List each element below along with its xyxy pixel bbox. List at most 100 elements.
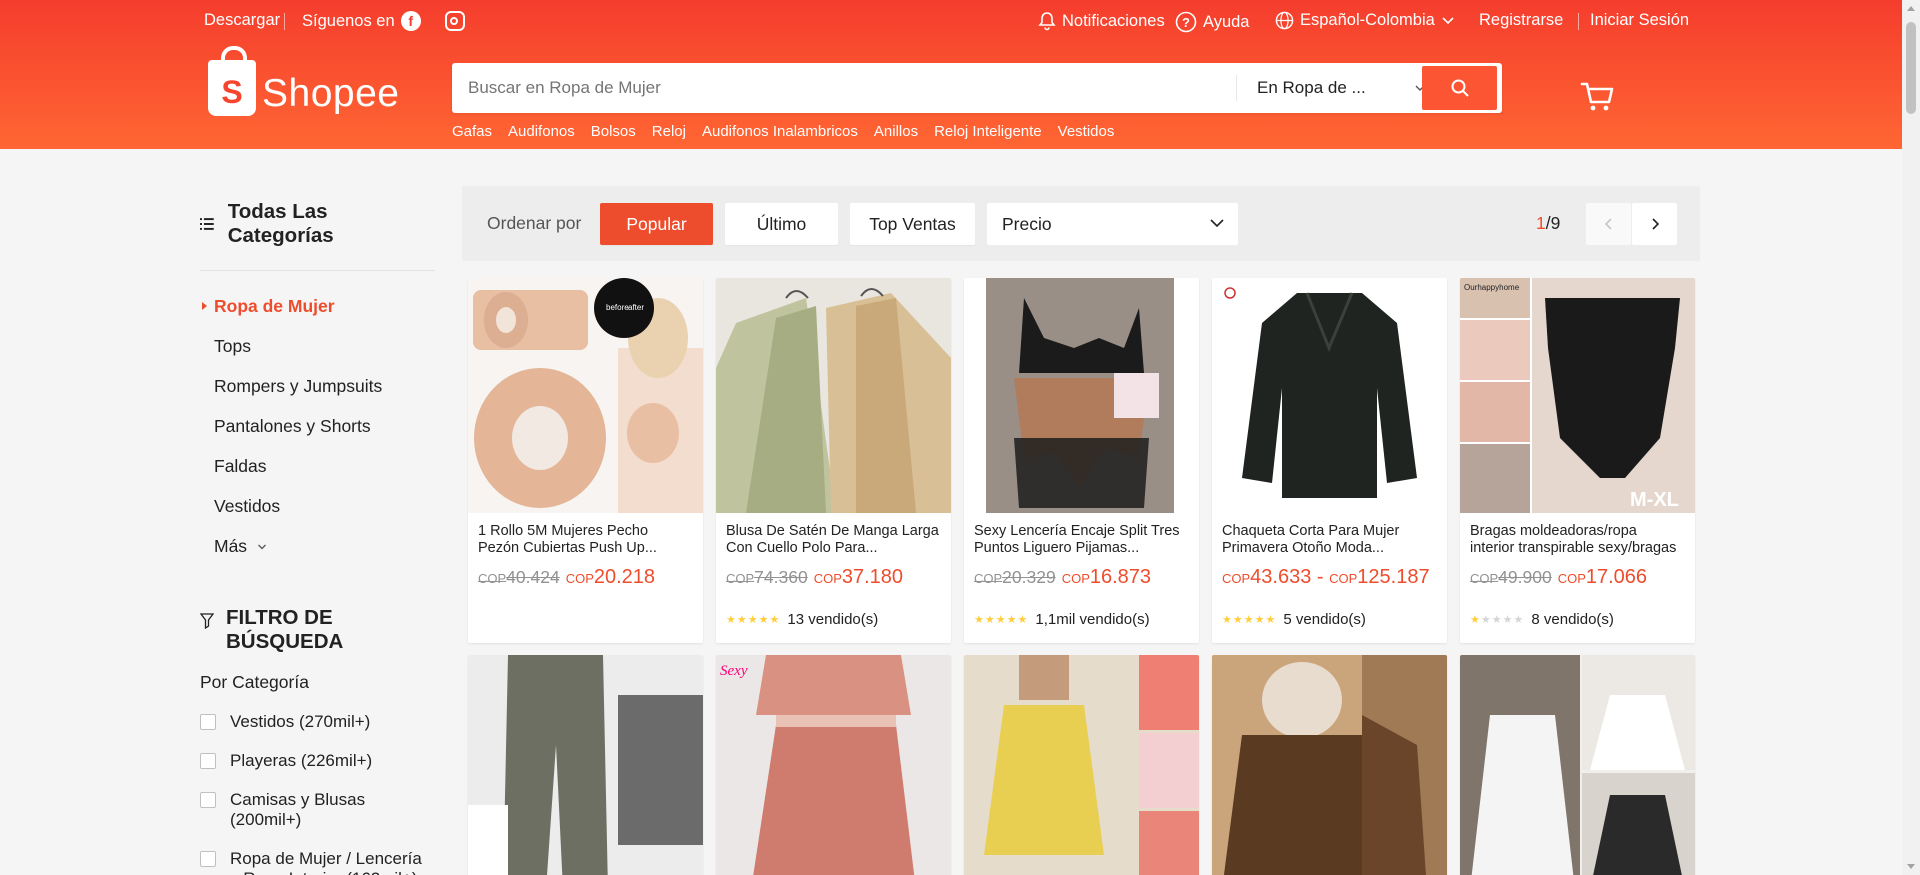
- suggestion-link[interactable]: Vestidos: [1058, 123, 1115, 140]
- login-link[interactable]: Iniciar Sesión: [1590, 11, 1689, 30]
- sold-count: 1,1mil vendido(s): [1035, 611, 1150, 628]
- product-card[interactable]: [468, 655, 703, 875]
- product-card[interactable]: before after 1 Rollo 5M Mujeres Pecho Pe…: [468, 278, 703, 643]
- product-image: [1212, 278, 1447, 513]
- cart-icon: [1580, 82, 1614, 111]
- sort-top-sales-button[interactable]: Top Ventas: [850, 203, 975, 245]
- price-sort-select[interactable]: Precio: [987, 203, 1238, 245]
- login-label: Iniciar Sesión: [1590, 11, 1690, 29]
- search-scope-dropdown[interactable]: En Ropa de ...: [1236, 75, 1434, 101]
- site-header: Descargar Síguenos en f Notificaciones ?…: [0, 0, 1902, 149]
- product-rating-sales: ★ ★ ★ ★ ★ 1,1mil vendido(s): [964, 611, 1199, 628]
- instagram-icon[interactable]: [444, 11, 465, 31]
- product-card[interactable]: [1212, 655, 1447, 875]
- floral-dress-image: [964, 655, 1199, 875]
- chevron-down-icon: [1442, 16, 1454, 24]
- product-card[interactable]: Sexy Lencería Encaje Split Tres Puntos L…: [964, 278, 1199, 643]
- search-button[interactable]: [1422, 66, 1497, 110]
- help-icon: ?: [1175, 11, 1197, 33]
- category-item-pantalones[interactable]: Pantalones y Shorts: [200, 416, 435, 456]
- follow-label: Síguenos en: [302, 11, 395, 30]
- checkbox[interactable]: [200, 851, 216, 867]
- filter-checkbox[interactable]: Playeras (226mil+): [200, 751, 435, 771]
- register-link[interactable]: Registrarse: [1479, 11, 1563, 30]
- category-item-ropa-de-mujer[interactable]: Ropa de Mujer: [200, 296, 435, 336]
- sort-popular-button[interactable]: Popular: [600, 203, 713, 245]
- suggestion-link[interactable]: Audifonos Inalambricos: [702, 123, 858, 140]
- scrollbar-thumb[interactable]: [1906, 22, 1916, 114]
- logo-letter: S: [221, 73, 243, 110]
- checkbox[interactable]: [200, 792, 216, 808]
- chevron-left-icon: [1604, 218, 1612, 230]
- search-bar: En Ropa de ...: [452, 63, 1502, 113]
- filter-label: Playeras (226mil+): [230, 751, 373, 770]
- product-card[interactable]: [1460, 655, 1695, 875]
- original-price: COP40.424: [478, 567, 560, 587]
- product-price: COP40.424 COP20.218: [468, 566, 703, 589]
- download-link[interactable]: Descargar: [204, 11, 280, 30]
- follow-us: Síguenos en f: [302, 11, 465, 31]
- suggestion-link[interactable]: Gafas: [452, 123, 492, 140]
- total-pages: /9: [1545, 213, 1561, 233]
- all-categories-header[interactable]: Todas Las Categorías: [200, 200, 435, 271]
- category-item-tops[interactable]: Tops: [200, 336, 435, 376]
- category-item-rompers[interactable]: Rompers y Jumpsuits: [200, 376, 435, 416]
- product-card[interactable]: [964, 655, 1199, 875]
- more-label: Más: [214, 536, 248, 556]
- help-link[interactable]: ? Ayuda: [1175, 11, 1250, 33]
- suggestion-link[interactable]: Bolsos: [591, 123, 636, 140]
- product-price: COP43.633 - COP125.187: [1212, 566, 1447, 589]
- brand-tag: Ourhappyhome: [1464, 283, 1520, 292]
- product-price: COP74.360 COP37.180: [716, 566, 951, 589]
- suggestion-link[interactable]: Reloj Inteligente: [934, 123, 1042, 140]
- checkbox[interactable]: [200, 714, 216, 730]
- globe-icon: [1275, 11, 1294, 30]
- product-card[interactable]: Chaqueta Corta Para Mujer Primavera Otoñ…: [1212, 278, 1447, 643]
- scrollbar-up-arrow[interactable]: [1907, 6, 1915, 11]
- category-item-faldas[interactable]: Faldas: [200, 456, 435, 496]
- product-name: Blusa De Satén De Manga Larga Con Cuello…: [726, 523, 939, 556]
- product-card[interactable]: Ourhappyhome M-XL Bragas moldeadoras/rop…: [1460, 278, 1695, 643]
- next-page-button[interactable]: [1632, 203, 1677, 245]
- cart-button[interactable]: [1580, 80, 1616, 117]
- prev-page-button[interactable]: [1586, 203, 1631, 245]
- suggestion-link[interactable]: Audifonos: [508, 123, 575, 140]
- chevron-right-icon: [1651, 218, 1659, 230]
- category-list: Ropa de Mujer Tops Rompers y Jumpsuits P…: [200, 296, 435, 576]
- suggestion-link[interactable]: Reloj: [652, 123, 686, 140]
- product-name: Chaqueta Corta Para Mujer Primavera Otoñ…: [1222, 523, 1400, 556]
- product-rating-sales: ★ ★ ★ ★ ★ 5 vendido(s): [1212, 611, 1447, 628]
- suggestion-link[interactable]: Anillos: [874, 123, 918, 140]
- original-price: COP49.900: [1470, 567, 1552, 587]
- bell-icon: [1038, 12, 1056, 31]
- notifications-link[interactable]: Notificaciones: [1038, 11, 1165, 31]
- sort-by-label: Ordenar por: [487, 213, 582, 233]
- page-scrollbar[interactable]: [1902, 0, 1920, 875]
- product-card[interactable]: Sexy: [716, 655, 951, 875]
- shopee-logo[interactable]: S Shopee: [208, 46, 400, 116]
- filter-checkbox[interactable]: Vestidos (270mil+): [200, 712, 435, 732]
- language-selector[interactable]: Español-Colombia: [1275, 11, 1455, 30]
- logo-wordmark: Shopee: [262, 72, 400, 115]
- chevron-down-icon: [1210, 219, 1224, 228]
- search-input[interactable]: [468, 63, 1248, 113]
- product-card[interactable]: Blusa De Satén De Manga Larga Con Cuello…: [716, 278, 951, 643]
- category-more-toggle[interactable]: Más: [200, 536, 435, 576]
- facebook-icon[interactable]: f: [400, 11, 421, 31]
- product-name: Sexy Lencería Encaje Split Tres Puntos L…: [974, 523, 1180, 556]
- leather-jacket-image: [1212, 278, 1447, 513]
- checkbox[interactable]: [200, 753, 216, 769]
- product-name: Bragas moldeadoras/ropa interior transpi…: [1470, 523, 1677, 556]
- sold-count: 5 vendido(s): [1283, 611, 1366, 628]
- category-item-vestidos[interactable]: Vestidos: [200, 496, 435, 536]
- list-icon: [200, 218, 214, 230]
- product-price: COP49.900 COP17.066: [1460, 566, 1695, 589]
- scrollbar-down-arrow[interactable]: [1907, 864, 1915, 869]
- product-image: before after: [468, 278, 703, 513]
- filter-checkbox[interactable]: Camisas y Blusas (200mil+): [200, 790, 435, 830]
- cargo-pants-image: [468, 655, 703, 875]
- sort-latest-button[interactable]: Último: [725, 203, 838, 245]
- sort-bar: Ordenar por Popular Último Top Ventas Pr…: [462, 186, 1700, 261]
- filter-checkbox[interactable]: Ropa de Mujer / Lencería y Ropa Interior…: [200, 849, 435, 875]
- rating-stars: ★ ★ ★ ★ ★: [1222, 614, 1276, 626]
